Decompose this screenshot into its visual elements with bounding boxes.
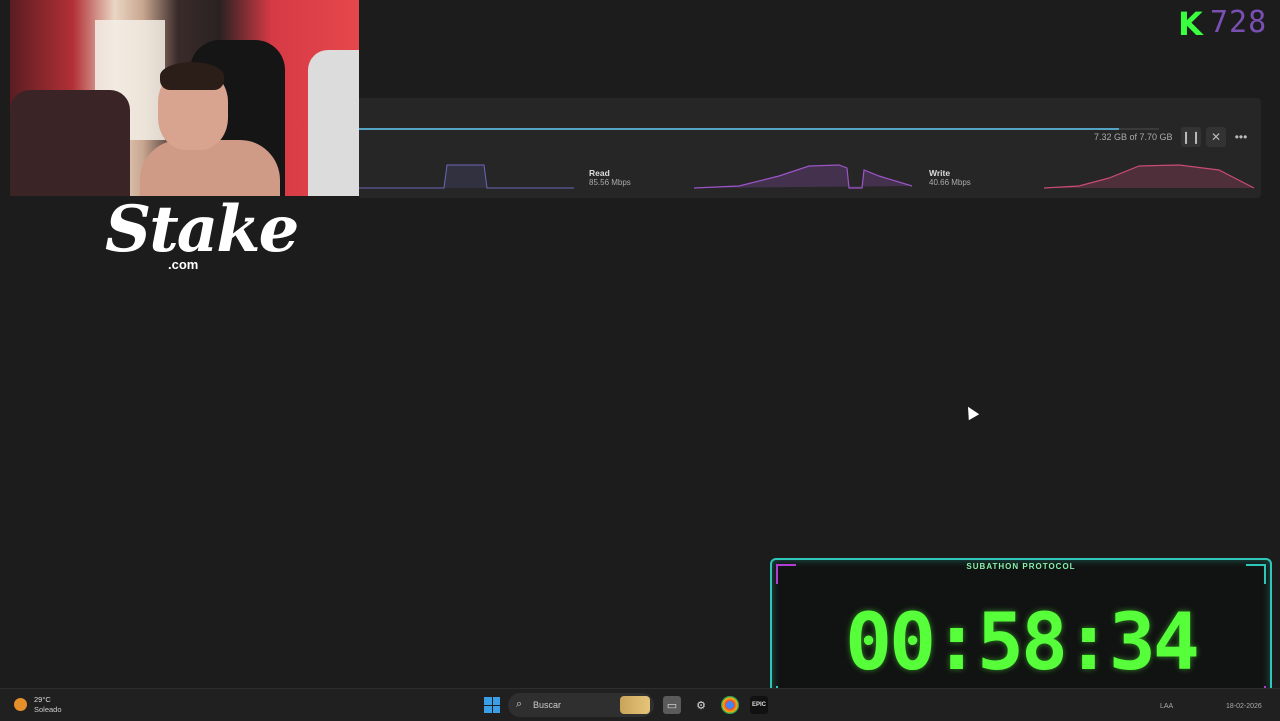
pause-icon: ❙❙ [1180, 130, 1202, 144]
download-progress-fill [359, 128, 1119, 130]
webcam-sofa [10, 90, 130, 196]
taskbar-search-box[interactable]: ⌕ Buscar [508, 693, 654, 717]
write-value: 40.66 Mbps [929, 178, 971, 187]
read-graph-line [693, 164, 913, 189]
read-label: Read [589, 168, 610, 178]
settings-icon[interactable]: ⚙ [692, 696, 710, 714]
k728-logo-number: 728 [1210, 5, 1268, 40]
graph-svg [359, 164, 1255, 189]
webcam-person-body [140, 140, 280, 196]
timer-countdown: 00:58:34 [845, 598, 1200, 688]
stake-logo-word: Stake [105, 192, 299, 267]
tray-date[interactable]: 18-02-2026 [1226, 703, 1262, 710]
more-options-button[interactable]: ••• [1231, 127, 1251, 147]
cancel-download-button[interactable]: ✕ [1206, 127, 1226, 147]
search-highlight-image [620, 696, 650, 714]
close-icon: ✕ [1210, 130, 1222, 144]
stake-logo-domain: .com [168, 257, 199, 272]
tray-language[interactable]: LAA [1160, 703, 1173, 710]
read-metric: Read 85.56 Mbps [589, 168, 631, 187]
webcam-white-chair [308, 50, 359, 196]
stake-logo: Stake .com [105, 190, 299, 280]
write-label: Write [929, 168, 951, 178]
webcam-feed [10, 0, 359, 196]
app-icon[interactable] [779, 696, 797, 714]
weather-sun-icon[interactable] [14, 698, 27, 711]
file-explorer-icon[interactable]: ▭ [663, 696, 681, 714]
network-graph-line [359, 164, 574, 189]
more-icon: ••• [1234, 130, 1248, 144]
read-value: 85.56 Mbps [589, 178, 631, 187]
network-graphs: Read 85.56 Mbps Write 40.66 Mbps [359, 160, 1261, 190]
chrome-icon[interactable] [721, 696, 739, 714]
webcam-person-hair [160, 62, 224, 90]
search-icon: ⌕ [516, 698, 523, 710]
weather-description[interactable]: Soleado [34, 705, 62, 714]
search-placeholder: Buscar [533, 700, 562, 710]
write-metric: Write 40.66 Mbps [929, 168, 971, 187]
windows-start-icon[interactable] [484, 697, 500, 713]
epic-games-icon[interactable]: EPIC [750, 696, 768, 714]
pause-button[interactable]: ❙❙ [1181, 127, 1201, 147]
taskbar: 29°C Soleado ⌕ Buscar ▭ ⚙ EPIC LAA 18-02… [0, 688, 1280, 721]
download-size-text: 7.32 GB of 7.70 GB [1094, 132, 1173, 142]
download-panel: 7.32 GB of 7.70 GB ❙❙ ✕ ••• Read 85.56 M… [359, 98, 1261, 198]
write-graph-line [1043, 164, 1255, 189]
weather-temperature[interactable]: 29°C [34, 695, 51, 704]
mouse-cursor-icon [962, 403, 980, 421]
k728-logo: K 728 [1172, 3, 1276, 43]
download-progress-track [359, 128, 1159, 130]
k728-logo-letter: K [1178, 5, 1203, 43]
timer-title: SUBATHON PROTOCOL [966, 562, 1076, 571]
